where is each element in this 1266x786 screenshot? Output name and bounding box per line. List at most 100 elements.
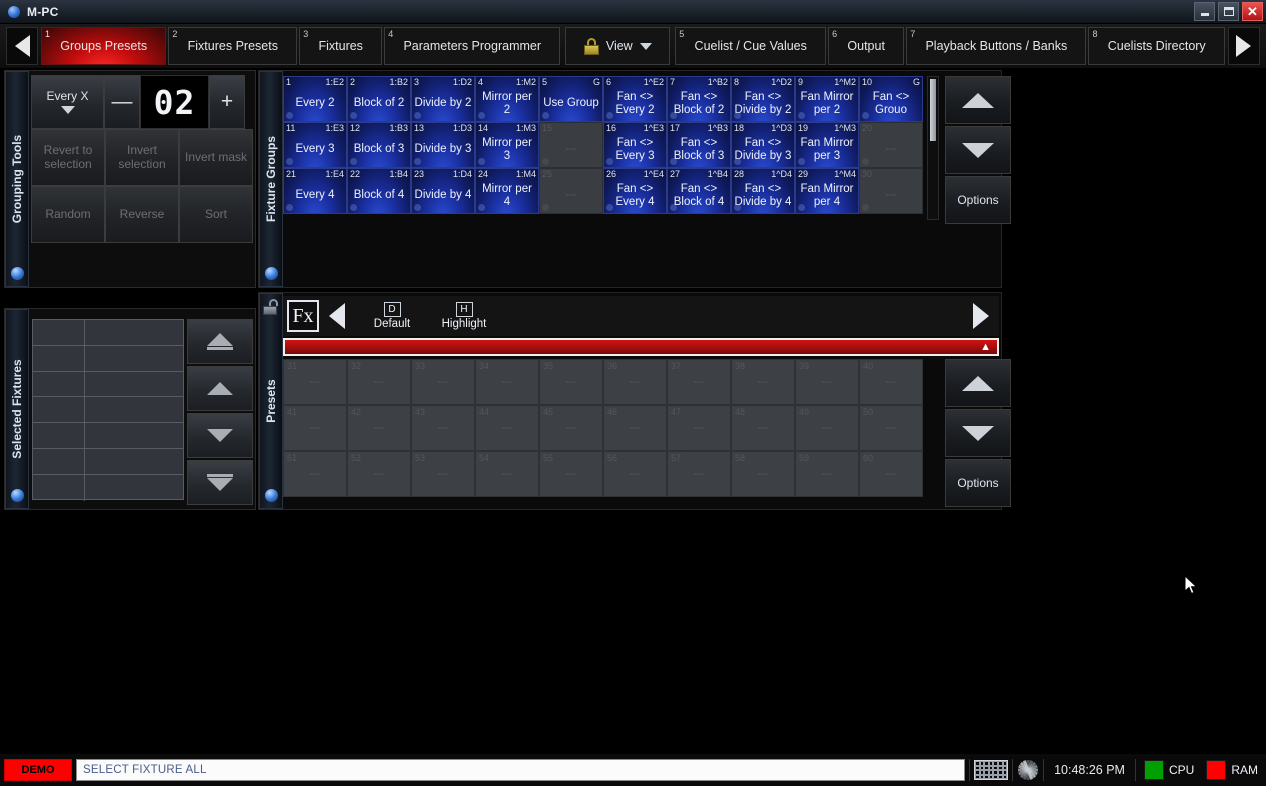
- table-row[interactable]: [33, 320, 183, 346]
- fixture-group-cell-27[interactable]: 27 1^B4 Fan <> Block of 4: [667, 168, 731, 214]
- fixture-group-cell-24[interactable]: 24 1:M4 Mirror per 4: [475, 168, 539, 214]
- revert-to-selection-button[interactable]: Revert to selection: [31, 129, 105, 186]
- preset-cell-33[interactable]: 33 ---: [411, 359, 475, 405]
- tab-cuelists-directory[interactable]: 8 Cuelists Directory: [1088, 27, 1225, 65]
- fixture-group-cell-26[interactable]: 26 1^E4 Fan <> Every 4: [603, 168, 667, 214]
- tab-fixtures-presets[interactable]: 2 Fixtures Presets: [168, 27, 298, 65]
- tab-fixtures[interactable]: 3 Fixtures: [299, 27, 383, 65]
- sort-button[interactable]: Sort: [179, 186, 253, 243]
- fixture-group-cell-22[interactable]: 22 1:B4 Block of 4: [347, 168, 411, 214]
- fixture-group-cell-23[interactable]: 23 1:D4 Divide by 4: [411, 168, 475, 214]
- preset-cell-41[interactable]: 41 ---: [283, 405, 347, 451]
- chevron-double-up-icon[interactable]: ▲: [980, 341, 991, 353]
- preset-cell-37[interactable]: 37 ---: [667, 359, 731, 405]
- fixture-group-cell-11[interactable]: 11 1:E3 Every 3: [283, 122, 347, 168]
- grouping-tools-rail[interactable]: Grouping Tools: [5, 71, 29, 287]
- fixture-group-cell-17[interactable]: 17 1^B3 Fan <> Block of 3: [667, 122, 731, 168]
- preset-cell-51[interactable]: 51 ---: [283, 451, 347, 497]
- selected-fixtures-rail[interactable]: Selected Fixtures: [5, 309, 29, 509]
- decrement-button[interactable]: —: [104, 75, 140, 129]
- fixture-group-cell-21[interactable]: 21 1:E4 Every 4: [283, 168, 347, 214]
- scroll-up-button[interactable]: [187, 366, 253, 411]
- fixture-group-cell-15[interactable]: 15 ---: [539, 122, 603, 168]
- preset-cell-45[interactable]: 45 ---: [539, 405, 603, 451]
- invert-mask-button[interactable]: Invert mask: [179, 129, 253, 186]
- reverse-button[interactable]: Reverse: [105, 186, 179, 243]
- tab-groups-presets[interactable]: 1 Groups Presets: [41, 27, 167, 65]
- table-row[interactable]: [33, 397, 183, 424]
- preset-cell-32[interactable]: 32 ---: [347, 359, 411, 405]
- fixture-group-cell-3[interactable]: 3 1:D2 Divide by 2: [411, 76, 475, 122]
- preset-cell-58[interactable]: 58 ---: [731, 451, 795, 497]
- preset-cell-35[interactable]: 35 ---: [539, 359, 603, 405]
- preset-cell-54[interactable]: 54 ---: [475, 451, 539, 497]
- fixture-group-cell-14[interactable]: 14 1:M3 Mirror per 3: [475, 122, 539, 168]
- scroll-down-button[interactable]: [187, 413, 253, 458]
- preset-cell-36[interactable]: 36 ---: [603, 359, 667, 405]
- tab-playback-buttons-banks[interactable]: 7 Playback Buttons / Banks: [906, 27, 1087, 65]
- preset-cell-39[interactable]: 39 ---: [795, 359, 859, 405]
- close-button[interactable]: ✕: [1242, 2, 1263, 21]
- preset-cell-49[interactable]: 49 ---: [795, 405, 859, 451]
- fixture-group-cell-16[interactable]: 16 1^E3 Fan <> Every 3: [603, 122, 667, 168]
- keyboard-icon[interactable]: [974, 760, 1009, 780]
- preset-highlight-button[interactable]: H Highlight: [431, 302, 497, 330]
- table-row[interactable]: [33, 371, 183, 398]
- minimize-button[interactable]: [1194, 2, 1215, 21]
- preset-cell-47[interactable]: 47 ---: [667, 405, 731, 451]
- fixture-group-cell-18[interactable]: 18 1^D3 Fan <> Divide by 3: [731, 122, 795, 168]
- fixture-group-cell-29[interactable]: 29 1^M4 Fan Mirror per 4: [795, 168, 859, 214]
- table-row[interactable]: [33, 448, 183, 475]
- preset-cell-55[interactable]: 55 ---: [539, 451, 603, 497]
- fixture-group-cell-6[interactable]: 6 1^E2 Fan <> Every 2: [603, 76, 667, 122]
- fixture-group-cell-5[interactable]: 5 G Use Group: [539, 76, 603, 122]
- preset-cell-38[interactable]: 38 ---: [731, 359, 795, 405]
- fixture-group-cell-12[interactable]: 12 1:B3 Block of 3: [347, 122, 411, 168]
- fixture-group-cell-4[interactable]: 4 1:M2 Mirror per 2: [475, 76, 539, 122]
- gear-icon[interactable]: [1017, 759, 1039, 781]
- fixture-group-cell-25[interactable]: 25 ---: [539, 168, 603, 214]
- fixture-group-cell-9[interactable]: 9 1^M2 Fan Mirror per 2: [795, 76, 859, 122]
- increment-button[interactable]: +: [209, 75, 245, 129]
- selected-fixtures-table[interactable]: [32, 319, 184, 501]
- fixture-group-cell-1[interactable]: 1 1:E2 Every 2: [283, 76, 347, 122]
- fixture-group-cell-13[interactable]: 13 1:D3 Divide by 3: [411, 122, 475, 168]
- preset-cell-50[interactable]: 50 ---: [859, 405, 923, 451]
- scroll-to-bottom-button[interactable]: [187, 460, 253, 505]
- presets-selection-bar[interactable]: ▲: [283, 338, 999, 356]
- tab-next-button[interactable]: [1227, 27, 1260, 65]
- preset-cell-31[interactable]: 31 ---: [283, 359, 347, 405]
- tab-output[interactable]: 6 Output: [828, 27, 905, 65]
- table-row[interactable]: [33, 474, 183, 501]
- tab-cuelist-cue-values[interactable]: 5 Cuelist / Cue Values: [675, 27, 827, 65]
- preset-cell-48[interactable]: 48 ---: [731, 405, 795, 451]
- preset-cell-34[interactable]: 34 ---: [475, 359, 539, 405]
- fixture-group-cell-2[interactable]: 2 1:B2 Block of 2: [347, 76, 411, 122]
- preset-cell-43[interactable]: 43 ---: [411, 405, 475, 451]
- fixture-group-cell-30[interactable]: 30 ---: [859, 168, 923, 214]
- fixture-groups-page-down-button[interactable]: [945, 126, 1011, 174]
- table-row[interactable]: [33, 345, 183, 372]
- view-menu-button[interactable]: View: [565, 27, 671, 65]
- invert-selection-button[interactable]: Invert selection: [105, 129, 179, 186]
- fixture-group-cell-7[interactable]: 7 1^B2 Fan <> Block of 2: [667, 76, 731, 122]
- fixture-groups-page-up-button[interactable]: [945, 76, 1011, 124]
- fixture-group-cell-10[interactable]: 10 G Fan <> Grouo: [859, 76, 923, 122]
- fixture-group-cell-28[interactable]: 28 1^D4 Fan <> Divide by 4: [731, 168, 795, 214]
- preset-cell-40[interactable]: 40 ---: [859, 359, 923, 405]
- tab-prev-button[interactable]: [6, 27, 38, 65]
- tab-parameters-programmer[interactable]: 4 Parameters Programmer: [384, 27, 561, 65]
- fx-button[interactable]: Fx: [287, 300, 319, 332]
- preset-cell-42[interactable]: 42 ---: [347, 405, 411, 451]
- maximize-button[interactable]: [1218, 2, 1239, 21]
- unlock-icon[interactable]: [263, 299, 281, 315]
- preset-default-button[interactable]: D Default: [359, 302, 425, 330]
- fixture-group-cell-20[interactable]: 20 ---: [859, 122, 923, 168]
- preset-cell-46[interactable]: 46 ---: [603, 405, 667, 451]
- arrow-left-icon[interactable]: [329, 303, 345, 329]
- fixture-group-cell-19[interactable]: 19 1^M3 Fan Mirror per 3: [795, 122, 859, 168]
- fixture-group-cell-8[interactable]: 8 1^D2 Fan <> Divide by 2: [731, 76, 795, 122]
- every-x-dropdown[interactable]: Every X: [31, 75, 104, 129]
- fixture-groups-scrollbar[interactable]: [927, 76, 939, 220]
- preset-cell-56[interactable]: 56 ---: [603, 451, 667, 497]
